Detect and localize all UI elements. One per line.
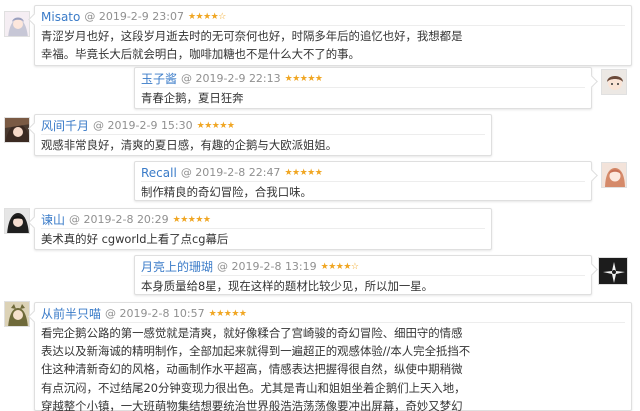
- avatar[interactable]: [601, 162, 627, 188]
- comment-bubble: 玉子酱 @ 2019-2-9 22:13 ★★★★★ 青春企鹅，夏日狂奔: [134, 67, 592, 109]
- rating-stars: ★★★★☆: [320, 261, 359, 272]
- comment-line: 穿越整个小镇，一大班萌物集结想要统治世界般浩浩荡荡像要冲出屏幕，奇妙又梦幻: [41, 398, 463, 411]
- comment-bubble: 从前半只喵 @ 2019-2-8 10:57 ★★★★★ 看完企鹅公路的第一感觉…: [34, 302, 632, 411]
- comment-date: @ 2019-2-9 23:07: [84, 10, 184, 23]
- comment-line: 有点沉闷，不过结尾20分钟变现力很出色。尤其是青山和姐姐坐着企鹅们上天入地，: [41, 380, 466, 395]
- comment-date: @ 2019-2-8 20:29: [69, 213, 169, 226]
- comment-bubble: 谏山 @ 2019-2-8 20:29 ★★★★★ 美术真的好 cgworld上…: [34, 208, 492, 250]
- username-link[interactable]: Recall: [141, 166, 177, 180]
- avatar[interactable]: [4, 208, 30, 234]
- comment-line: 美术真的好 cgworld上看了点cg幕后: [41, 232, 229, 246]
- comment-line: 幸福。毕竟长大后就会明白，咖啡加糖也不是什么大不了的事。: [41, 47, 360, 62]
- comment-text: 看完企鹅公路的第一感觉就是清爽，就好像糅合了宫崎骏的奇幻冒险、细田守的情感 表达…: [41, 322, 625, 411]
- comment-text: 青涩岁月也好，这段岁月逝去时的无可奈何也好，时隔多年后的追忆也好，我想都是 幸福…: [41, 25, 625, 63]
- comment-bubble: Recall @ 2019-2-8 22:47 ★★★★★ 制作精良的奇幻冒险，…: [134, 161, 592, 201]
- comment-date: @ 2019-2-8 13:19: [217, 260, 317, 273]
- comment-text: 本身质量给8星，现在这样的题材比较少见，所以加一星。: [141, 275, 585, 295]
- comment-bubble: 月亮上的珊瑚 @ 2019-2-8 13:19 ★★★★☆ 本身质量给8星，现在…: [134, 255, 592, 295]
- comment-text: 制作精良的奇幻冒险，合我口味。: [141, 181, 585, 201]
- username-link[interactable]: Misato: [41, 10, 80, 24]
- comment-bubble: Misato @ 2019-2-9 23:07 ★★★★☆ 青涩岁月也好，这段岁…: [34, 5, 632, 66]
- comment-date: @ 2019-2-8 10:57: [105, 307, 205, 320]
- username-link[interactable]: 月亮上的珊瑚: [141, 258, 213, 275]
- comment-line: 制作精良的奇幻冒险，合我口味。: [141, 185, 312, 199]
- comment-line: 看完企鹅公路的第一感觉就是清爽，就好像糅合了宫崎骏的奇幻冒险、细田守的情感: [41, 326, 463, 340]
- comment-date: @ 2019-2-8 22:47: [180, 166, 281, 179]
- avatar[interactable]: [598, 257, 628, 285]
- comment-line: 住这种清新奇幻的风格，动画制作水平超高，情感表达把握得很自然，纵使中期稍微: [41, 362, 463, 377]
- comment-bubble: 风间千月 @ 2019-2-9 15:30 ★★★★★ 观感非常良好，清爽的夏日…: [34, 114, 492, 156]
- username-link[interactable]: 玉子酱: [141, 70, 177, 87]
- comment-text: 青春企鹅，夏日狂奔: [141, 87, 585, 107]
- comment-line: 本身质量给8星，现在这样的题材比较少见，所以加一星。: [141, 279, 434, 293]
- avatar[interactable]: [601, 69, 627, 95]
- avatar[interactable]: [4, 11, 30, 37]
- avatar[interactable]: [4, 117, 30, 143]
- username-link[interactable]: 风间千月: [41, 117, 89, 134]
- rating-stars: ★★★★★: [172, 214, 211, 225]
- rating-stars: ★★★★☆: [187, 11, 226, 22]
- avatar[interactable]: [4, 301, 30, 327]
- comment-text: 美术真的好 cgworld上看了点cg幕后: [41, 228, 485, 248]
- comment-text: 观感非常良好，清爽的夏日感，有趣的企鹅与大欧派姐姐。: [41, 134, 485, 154]
- comment-line: 表达以及新海诚的精明制作，全部加起来就得到一遍超正的观感体验//本人完全抵挡不: [41, 344, 471, 359]
- comment-line: 青春企鹅，夏日狂奔: [141, 91, 244, 105]
- comment-date: @ 2019-2-9 22:13: [181, 72, 281, 85]
- comment-line: 观感非常良好，清爽的夏日感，有趣的企鹅与大欧派姐姐。: [41, 138, 338, 152]
- comment-line: 青涩岁月也好，这段岁月逝去时的无可奈何也好，时隔多年后的追忆也好，我想都是: [41, 29, 463, 43]
- comment-date: @ 2019-2-9 15:30: [93, 119, 193, 132]
- rating-stars: ★★★★★: [284, 167, 323, 178]
- username-link[interactable]: 从前半只喵: [41, 305, 101, 322]
- rating-stars: ★★★★★: [196, 120, 235, 131]
- username-link[interactable]: 谏山: [41, 211, 65, 228]
- rating-stars: ★★★★★: [208, 308, 247, 319]
- rating-stars: ★★★★★: [284, 73, 323, 84]
